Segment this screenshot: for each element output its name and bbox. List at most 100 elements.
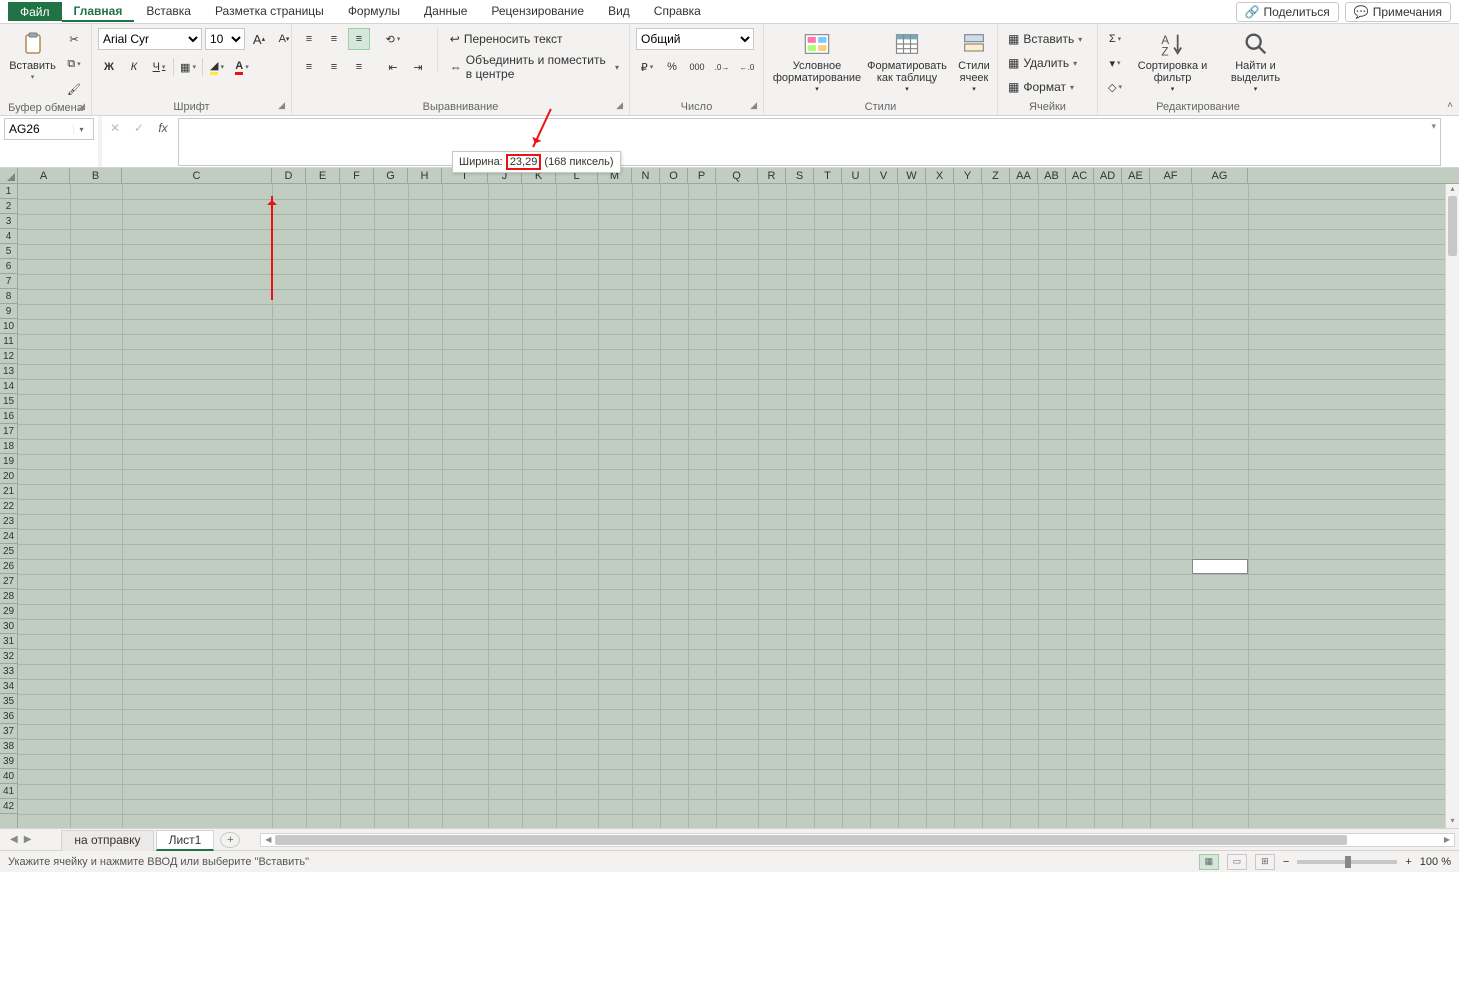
column-header[interactable]: AF xyxy=(1150,168,1192,183)
format-painter-button[interactable]: 🖌 xyxy=(63,78,85,100)
normal-view-button[interactable]: ▦ xyxy=(1199,854,1219,870)
row-header[interactable]: 36 xyxy=(0,709,17,724)
row-header[interactable]: 14 xyxy=(0,379,17,394)
share-button[interactable]: 🔗 Поделиться xyxy=(1236,2,1339,22)
row-header[interactable]: 42 xyxy=(0,799,17,814)
copy-button[interactable]: ⧉ xyxy=(63,53,85,75)
scroll-up-icon[interactable]: ▴ xyxy=(1446,184,1459,196)
row-header[interactable]: 31 xyxy=(0,634,17,649)
format-as-table-button[interactable]: Форматировать как таблицу▾ xyxy=(868,28,946,98)
column-header[interactable]: T xyxy=(814,168,842,183)
decrease-indent-button[interactable]: ⇤ xyxy=(382,56,404,78)
delete-cells-button[interactable]: ▦Удалить▾ xyxy=(1004,52,1081,74)
add-sheet-button[interactable]: + xyxy=(220,832,240,848)
tab-рецензирование[interactable]: Рецензирование xyxy=(479,1,596,22)
row-header[interactable]: 23 xyxy=(0,514,17,529)
page-break-view-button[interactable]: ⊞ xyxy=(1255,854,1275,870)
bold-button[interactable]: Ж xyxy=(98,56,120,78)
wrap-text-button[interactable]: ↩ Переносить текст xyxy=(446,28,623,50)
row-header[interactable]: 29 xyxy=(0,604,17,619)
find-select-button[interactable]: Найти и выделить▾ xyxy=(1219,28,1292,98)
font-color-button[interactable]: A xyxy=(231,56,253,78)
row-header[interactable]: 16 xyxy=(0,409,17,424)
autosum-button[interactable]: Σ xyxy=(1104,28,1126,50)
column-header[interactable]: H xyxy=(408,168,442,183)
row-header[interactable]: 40 xyxy=(0,769,17,784)
row-header[interactable]: 1 xyxy=(0,184,17,199)
tab-данные[interactable]: Данные xyxy=(412,1,479,22)
comma-button[interactable]: 000 xyxy=(686,56,708,78)
tab-формулы[interactable]: Формулы xyxy=(336,1,412,22)
zoom-slider[interactable] xyxy=(1297,860,1397,864)
row-header[interactable]: 8 xyxy=(0,289,17,304)
column-header[interactable]: F xyxy=(340,168,374,183)
row-header[interactable]: 28 xyxy=(0,589,17,604)
row-header[interactable]: 35 xyxy=(0,694,17,709)
borders-button[interactable]: ▦ xyxy=(177,56,199,78)
sheet-tab[interactable]: Лист1 xyxy=(156,830,215,851)
vscroll-thumb[interactable] xyxy=(1448,196,1457,256)
align-right-button[interactable]: ≡ xyxy=(348,56,370,78)
row-header[interactable]: 20 xyxy=(0,469,17,484)
tab-вставка[interactable]: Вставка xyxy=(134,1,203,22)
font-size-select[interactable]: 10 xyxy=(205,28,245,50)
zoom-thumb[interactable] xyxy=(1345,856,1351,868)
vertical-scrollbar[interactable]: ▴ ▾ xyxy=(1445,184,1459,828)
active-cell[interactable] xyxy=(1192,559,1248,574)
accept-formula-button[interactable]: ✓ xyxy=(128,118,150,138)
row-header[interactable]: 26 xyxy=(0,559,17,574)
underline-button[interactable]: Ч xyxy=(148,56,170,78)
column-header[interactable]: Z xyxy=(982,168,1010,183)
insert-cells-button[interactable]: ▦Вставить▾ xyxy=(1004,28,1086,50)
row-header[interactable]: 3 xyxy=(0,214,17,229)
row-header[interactable]: 32 xyxy=(0,649,17,664)
tab-главная[interactable]: Главная xyxy=(62,1,135,22)
row-header[interactable]: 13 xyxy=(0,364,17,379)
number-launcher-icon[interactable]: ◢ xyxy=(750,100,757,111)
zoom-out-button[interactable]: − xyxy=(1283,856,1289,868)
row-header[interactable]: 25 xyxy=(0,544,17,559)
formula-input[interactable]: Ширина: 23,29 (168 пиксель) ▾ xyxy=(178,118,1441,166)
column-header[interactable]: Y xyxy=(954,168,982,183)
cancel-formula-button[interactable]: ✕ xyxy=(104,118,126,138)
page-layout-view-button[interactable]: ▭ xyxy=(1227,854,1247,870)
row-header[interactable]: 41 xyxy=(0,784,17,799)
row-header[interactable]: 12 xyxy=(0,349,17,364)
align-middle-button[interactable]: ≡ xyxy=(323,28,345,50)
percent-button[interactable]: % xyxy=(661,56,683,78)
row-header[interactable]: 34 xyxy=(0,679,17,694)
tab-file[interactable]: Файл xyxy=(8,2,62,21)
row-header[interactable]: 21 xyxy=(0,484,17,499)
number-format-select[interactable]: Общий xyxy=(636,28,754,50)
column-header[interactable]: O xyxy=(660,168,688,183)
clipboard-launcher-icon[interactable]: ◢ xyxy=(78,101,85,112)
sort-filter-button[interactable]: AZ Сортировка и фильтр▾ xyxy=(1130,28,1215,98)
insert-function-button[interactable]: fx xyxy=(152,118,174,138)
column-header[interactable]: AD xyxy=(1094,168,1122,183)
align-left-button[interactable]: ≡ xyxy=(298,56,320,78)
column-header[interactable]: U xyxy=(842,168,870,183)
tab-разметка-страницы[interactable]: Разметка страницы xyxy=(203,1,336,22)
row-header[interactable]: 27 xyxy=(0,574,17,589)
alignment-launcher-icon[interactable]: ◢ xyxy=(616,100,623,111)
column-header[interactable]: AG xyxy=(1192,168,1248,183)
row-header[interactable]: 7 xyxy=(0,274,17,289)
column-header[interactable]: E xyxy=(306,168,340,183)
row-header[interactable]: 38 xyxy=(0,739,17,754)
column-header[interactable]: R xyxy=(758,168,786,183)
column-header[interactable]: A xyxy=(18,168,70,183)
row-header[interactable]: 22 xyxy=(0,499,17,514)
row-header[interactable]: 33 xyxy=(0,664,17,679)
orientation-button[interactable]: ⟲ xyxy=(382,28,404,50)
row-header[interactable]: 9 xyxy=(0,304,17,319)
column-header[interactable]: AC xyxy=(1066,168,1094,183)
scroll-right-icon[interactable]: ▶ xyxy=(1440,835,1454,844)
scroll-down-icon[interactable]: ▾ xyxy=(1446,816,1459,828)
row-header[interactable]: 18 xyxy=(0,439,17,454)
row-header[interactable]: 19 xyxy=(0,454,17,469)
column-header[interactable]: G xyxy=(374,168,408,183)
fill-button[interactable]: ▾ xyxy=(1104,52,1126,74)
increase-indent-button[interactable]: ⇥ xyxy=(407,56,429,78)
increase-decimal-button[interactable]: .0→ xyxy=(711,56,733,78)
collapse-ribbon-button[interactable]: ˄ xyxy=(1447,100,1453,111)
